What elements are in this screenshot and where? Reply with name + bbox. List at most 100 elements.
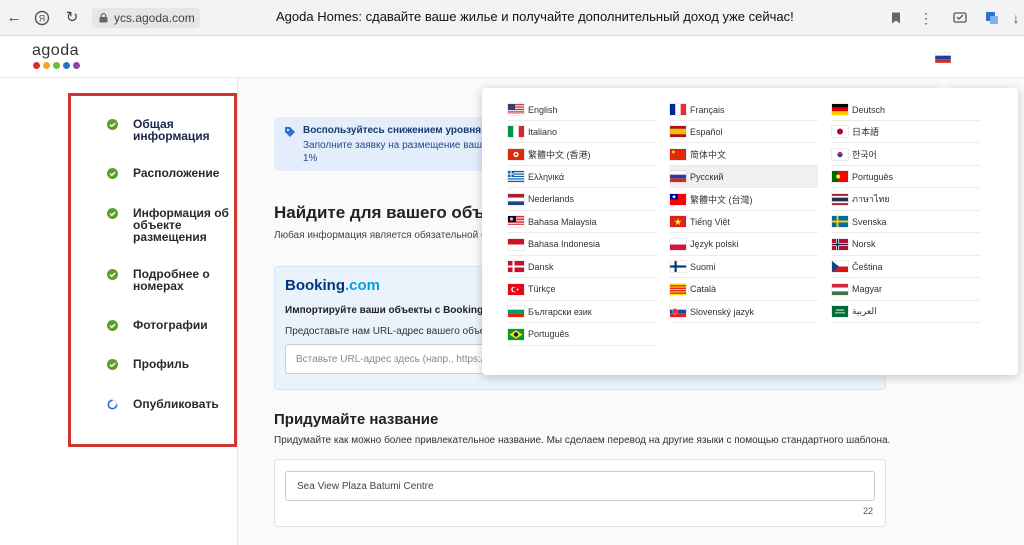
sidebar-step[interactable]: Расположение	[107, 167, 233, 179]
language-option[interactable]: English	[508, 99, 656, 121]
agoda-logo[interactable]: agoda	[32, 42, 80, 69]
language-option[interactable]: العربية	[832, 301, 980, 324]
flag-nl-icon	[508, 193, 524, 205]
tag-icon	[285, 127, 295, 137]
browser-logo-icon[interactable]: Я	[32, 8, 52, 28]
flag-gr-icon	[508, 171, 524, 183]
language-option-label: Norsk	[852, 239, 876, 250]
sidebar-step[interactable]: Информация об объекте размещения	[107, 207, 233, 243]
character-count: 22	[862, 506, 873, 516]
language-option[interactable]: ภาษาไทย	[832, 189, 980, 211]
flag-dk-icon	[508, 261, 524, 273]
language-option[interactable]: Tiếng Việt	[670, 211, 818, 234]
flag-kr-icon	[832, 148, 848, 160]
language-option[interactable]: Ελληνικά	[508, 166, 656, 189]
sidebar-step[interactable]: Опубликовать	[107, 398, 233, 410]
bookmark-icon[interactable]	[886, 8, 906, 28]
language-option-label: العربية	[852, 306, 877, 317]
language-option-label: Svenska	[852, 216, 887, 227]
sidebar-step[interactable]: Подробнее о номерах	[107, 268, 233, 292]
language-option[interactable]: Português	[508, 324, 656, 346]
language-option[interactable]: Italiano	[508, 121, 656, 144]
sidebar-step-label: Расположение	[133, 166, 220, 180]
language-option-label: Nederlands	[528, 194, 575, 205]
sidebar-divider	[237, 78, 238, 545]
language-option[interactable]: Français	[670, 99, 818, 121]
property-name-input[interactable]: Sea View Plaza Batumi Centre	[285, 471, 875, 501]
sidebar-step[interactable]: Общая информация	[107, 118, 233, 142]
language-option-label: 繁體中文 (台灣)	[690, 194, 753, 205]
language-option[interactable]: Svenska	[832, 211, 980, 234]
language-option[interactable]: Nederlands	[508, 189, 656, 211]
logo-dot	[73, 62, 80, 69]
language-option-label: Português	[528, 329, 570, 339]
translate-icon[interactable]	[982, 8, 1002, 28]
browser-toolbar: ← Я ↻ ycs.agoda.com Agoda Homes: сдавайт…	[0, 0, 1024, 36]
language-option[interactable]: Norsk	[832, 234, 980, 256]
language-option[interactable]: Slovenský jazyk	[670, 301, 818, 324]
back-arrow-icon[interactable]: ←	[4, 8, 24, 28]
logo-dot	[43, 62, 50, 69]
progress-sidebar: Общая информация Расположение Информация о…	[68, 93, 237, 447]
address-bar[interactable]: ycs.agoda.com	[92, 8, 200, 28]
language-option[interactable]: 繁體中文 (台灣)	[670, 189, 818, 211]
language-option[interactable]: Suomi	[670, 256, 818, 279]
language-option[interactable]: 简体中文	[670, 144, 818, 166]
language-option-label: Ελληνικά	[528, 171, 565, 182]
url-text: ycs.agoda.com	[114, 11, 195, 25]
language-option[interactable]: 日本語	[832, 121, 980, 144]
language-option[interactable]: Čeština	[832, 256, 980, 279]
flag-th-icon	[832, 193, 848, 205]
flag-ct-icon	[670, 283, 686, 295]
language-option-label: Suomi	[690, 261, 716, 272]
language-option[interactable]: Język polski	[670, 234, 818, 256]
reload-icon[interactable]: ↻	[62, 8, 82, 28]
language-option[interactable]: Bahasa Malaysia	[508, 211, 656, 234]
language-option[interactable]: Русский	[670, 166, 818, 189]
lock-icon	[99, 13, 108, 23]
sidebar-step[interactable]: Фотографии	[107, 319, 233, 331]
language-option[interactable]: 한국어	[832, 144, 980, 166]
promo-title: Воспользуйтесь снижением уровня к	[303, 125, 489, 136]
check-circle-icon	[107, 119, 118, 130]
property-name-subtitle: Придумайте как можно более привлекательн…	[274, 435, 891, 446]
language-option[interactable]: Bahasa Indonesia	[508, 234, 656, 256]
logo-text: agoda	[32, 42, 79, 59]
language-option[interactable]: Português	[832, 166, 980, 189]
flag-it-icon	[508, 126, 524, 138]
flag-us-icon	[508, 104, 524, 115]
language-option[interactable]: Deutsch	[832, 99, 980, 121]
language-option[interactable]: Español	[670, 121, 818, 144]
flag-se-icon	[832, 216, 848, 228]
language-option-label: Türkçe	[528, 284, 556, 295]
extension-icon[interactable]	[950, 8, 970, 28]
logo-dot	[63, 62, 70, 69]
sidebar-step-label: Подробнее о номерах	[133, 267, 210, 293]
language-option[interactable]: Dansk	[508, 256, 656, 279]
logo-dot	[53, 62, 60, 69]
language-dropdown: English Italiano 繁體中文 (香港) Ελληνικά Nederlan…	[482, 88, 1018, 375]
site-header: agoda	[0, 36, 1024, 78]
booking-import-title: Импортируйте ваши объекты с Booking.c	[285, 305, 492, 316]
language-option-label: 한국어	[852, 149, 877, 160]
language-option[interactable]: Български език	[508, 301, 656, 324]
download-icon[interactable]: ↓	[1006, 8, 1024, 28]
more-menu-icon[interactable]: ⋮	[916, 8, 936, 28]
language-option[interactable]: Türkçe	[508, 279, 656, 301]
flag-de-icon	[832, 104, 848, 115]
flag-cz-icon	[832, 261, 848, 273]
language-option[interactable]: Magyar	[832, 279, 980, 301]
booking-logo: Booking.com	[285, 277, 380, 294]
property-name-card: Sea View Plaza Batumi Centre 22	[274, 459, 886, 527]
language-option-label: Русский	[690, 171, 724, 182]
flag-pt-icon	[832, 171, 848, 183]
sidebar-step-label: Профиль	[133, 357, 190, 371]
flag-vn-icon	[670, 216, 686, 228]
sidebar-step[interactable]: Профиль	[107, 358, 233, 370]
language-option[interactable]: Català	[670, 279, 818, 301]
language-flag-ru-icon[interactable]	[935, 52, 951, 63]
language-option[interactable]: 繁體中文 (香港)	[508, 144, 656, 166]
flag-tw-icon	[670, 193, 686, 205]
flag-sa-icon	[832, 306, 848, 318]
language-option-label: Čeština	[852, 261, 883, 272]
